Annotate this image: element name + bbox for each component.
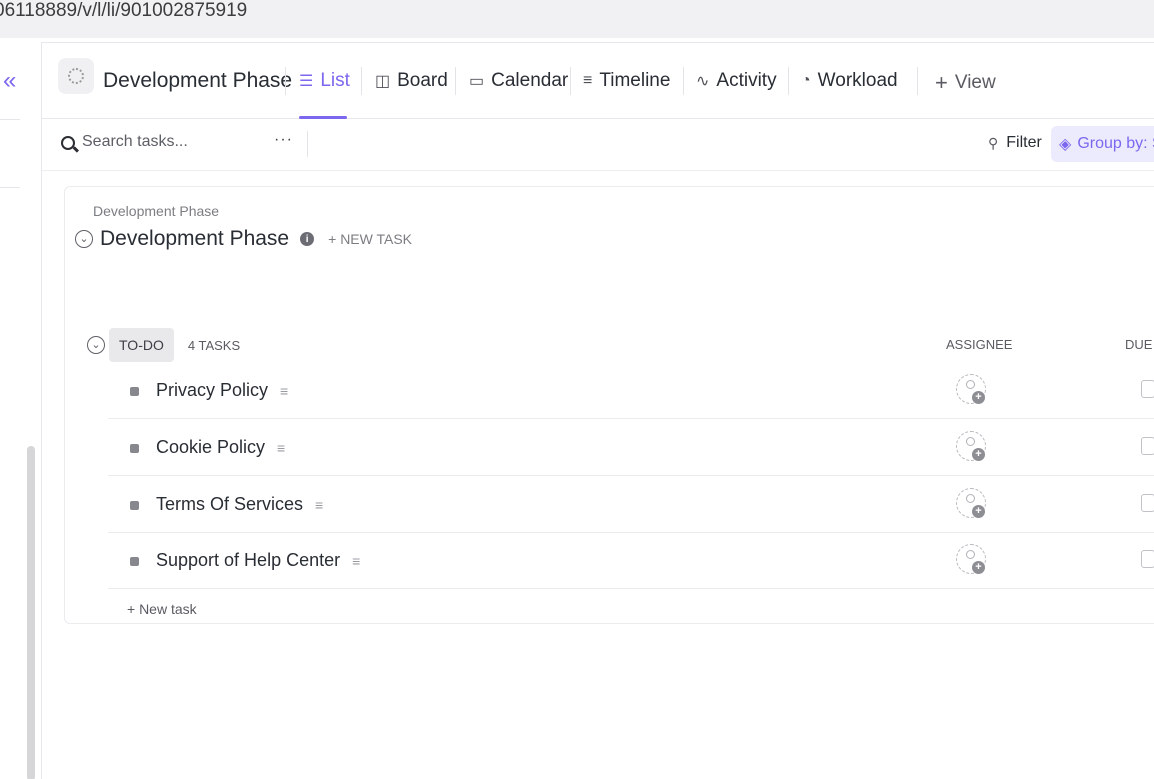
due-date-icon[interactable] — [1141, 494, 1154, 512]
task-row[interactable]: Cookie Policy ≡ + — [108, 419, 1154, 476]
status-square-icon[interactable] — [130, 444, 139, 453]
list-header: ⌄ Development Phase i + NEW TASK — [75, 227, 412, 251]
new-task-button[interactable]: + NEW TASK — [328, 231, 412, 247]
sidebar-scrollbar[interactable] — [27, 446, 35, 779]
task-row[interactable]: Support of Help Center ≡ + — [108, 532, 1154, 589]
page-title[interactable]: Development Phase — [103, 69, 292, 93]
tab-timeline[interactable]: ≡ Timeline — [583, 70, 670, 92]
task-count: 4 TASKS — [187, 337, 241, 353]
status-square-icon[interactable] — [130, 387, 139, 396]
column-header-due-date[interactable]: DUE D — [1125, 337, 1154, 352]
activity-icon: ∿ — [696, 73, 710, 90]
list-toolbar: ··· ⚲ Filter ◈ Group by: Sta — [42, 119, 1154, 171]
collapse-group-chevron-icon[interactable]: ⌄ — [87, 336, 105, 354]
task-name-text: Cookie Policy — [156, 437, 266, 457]
status-square-icon[interactable] — [130, 501, 139, 510]
tab-list[interactable]: ☰ List — [299, 70, 350, 92]
list-card: Development Phase ⌄ Development Phase i … — [64, 186, 1154, 624]
board-icon: ◫ — [375, 73, 391, 90]
tab-label: Calendar — [491, 70, 569, 91]
task-name-text: Terms Of Services — [156, 494, 304, 514]
divider — [788, 67, 789, 95]
description-icon: ≡ — [280, 382, 289, 399]
tab-label: List — [320, 70, 350, 91]
url-text[interactable]: 06118889/v/l/li/901002875919 — [0, 0, 247, 22]
info-icon[interactable]: i — [300, 232, 315, 246]
status-group-header: ⌄ TO-DO 4 TASKS — [87, 328, 240, 362]
tab-label: Timeline — [599, 70, 671, 91]
filter-button[interactable]: ⚲ Filter — [988, 134, 1042, 152]
column-header-assignee[interactable]: ASSIGNEE — [946, 337, 1012, 352]
divider — [285, 67, 286, 95]
search-icon — [61, 136, 75, 150]
left-sidebar: « — [0, 42, 42, 779]
task-name[interactable]: Terms Of Services ≡ — [156, 494, 323, 515]
collapse-chevron-icon[interactable]: ⌄ — [75, 230, 93, 248]
tab-activity[interactable]: ∿ Activity — [696, 70, 777, 92]
divider — [361, 67, 362, 95]
tab-label: Board — [397, 70, 448, 91]
divider — [683, 67, 684, 95]
due-date-icon[interactable] — [1141, 437, 1154, 455]
description-icon: ≡ — [277, 439, 286, 456]
layers-icon: ◈ — [1059, 136, 1072, 153]
task-name-text: Support of Help Center — [156, 550, 341, 570]
address-bar[interactable]: 06118889/v/l/li/901002875919 — [0, 0, 1154, 38]
divider — [455, 67, 456, 95]
search-input[interactable] — [82, 133, 262, 151]
breadcrumb[interactable]: Development Phase — [93, 203, 219, 219]
more-options-button[interactable]: ··· — [274, 131, 293, 149]
add-view-button[interactable]: + View — [935, 70, 996, 96]
view-header: Development Phase ☰ List ◫ Board ▭ Calen… — [42, 42, 1154, 119]
status-badge[interactable]: TO-DO — [109, 328, 174, 362]
task-name-text: Privacy Policy — [156, 380, 269, 400]
add-view-label: View — [954, 72, 996, 93]
add-assignee-icon[interactable]: + — [956, 544, 986, 574]
tab-label: Activity — [716, 70, 777, 91]
tab-board[interactable]: ◫ Board — [375, 70, 448, 92]
tab-label: Workload — [817, 70, 898, 91]
divider — [307, 131, 308, 157]
add-assignee-icon[interactable]: + — [956, 374, 986, 404]
status-square-icon[interactable] — [130, 557, 139, 566]
plus-icon: + — [935, 70, 948, 95]
sidebar-divider — [0, 187, 20, 188]
task-name[interactable]: Support of Help Center ≡ — [156, 550, 360, 571]
filter-label: Filter — [1006, 134, 1042, 151]
divider — [917, 67, 918, 95]
task-name[interactable]: Privacy Policy ≡ — [156, 380, 288, 401]
filter-icon: ⚲ — [988, 134, 999, 151]
tab-workload[interactable]: ◔ Workload — [801, 70, 898, 92]
task-row[interactable]: Privacy Policy ≡ + — [108, 362, 1154, 419]
group-by-label: Group by: Sta — [1077, 135, 1154, 152]
list-title[interactable]: Development Phase — [100, 227, 289, 251]
sidebar-divider — [0, 119, 20, 120]
add-assignee-icon[interactable]: + — [956, 431, 986, 461]
double-chevron-left-icon[interactable]: « — [3, 66, 16, 96]
timeline-icon: ≡ — [583, 72, 593, 89]
add-new-task-button[interactable]: + New task — [127, 601, 197, 617]
space-status-icon[interactable] — [58, 58, 94, 94]
workload-icon: ◔ — [801, 72, 811, 89]
add-assignee-icon[interactable]: + — [956, 488, 986, 518]
due-date-icon[interactable] — [1141, 550, 1154, 568]
task-name[interactable]: Cookie Policy ≡ — [156, 437, 285, 458]
divider — [570, 67, 571, 95]
description-icon: ≡ — [315, 496, 324, 513]
description-icon: ≡ — [352, 552, 361, 569]
list-icon: ☰ — [299, 73, 314, 90]
calendar-icon: ▭ — [469, 73, 485, 90]
due-date-icon[interactable] — [1141, 380, 1154, 398]
task-row[interactable]: Terms Of Services ≡ + — [108, 476, 1154, 533]
tab-calendar[interactable]: ▭ Calendar — [469, 70, 568, 92]
group-by-button[interactable]: ◈ Group by: Sta — [1051, 126, 1154, 162]
